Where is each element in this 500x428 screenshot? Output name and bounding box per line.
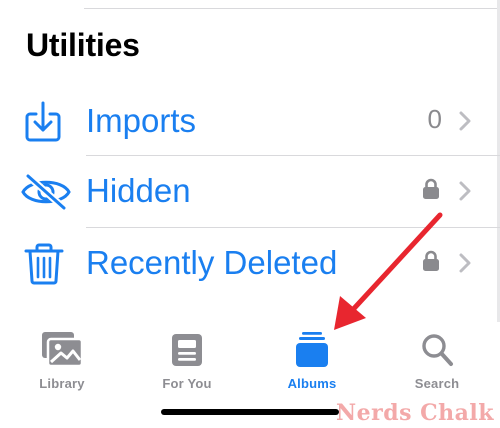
imports-count: 0 <box>427 104 442 134</box>
watermark-logo: Nerds Chalk <box>336 400 494 426</box>
row-label: Recently Deleted <box>86 244 338 281</box>
chevron-right-icon <box>458 180 472 207</box>
row-label: Hidden <box>86 172 191 209</box>
tab-label: Albums <box>287 376 337 391</box>
row-recently-deleted[interactable]: Recently Deleted <box>0 228 500 300</box>
search-icon <box>382 328 492 368</box>
import-icon <box>20 100 68 144</box>
tab-search[interactable]: Search <box>382 328 492 394</box>
lock-icon <box>422 250 440 277</box>
row-hidden[interactable]: Hidden <box>0 156 500 228</box>
tab-label: For You <box>162 376 212 391</box>
top-divider <box>84 8 500 9</box>
for-you-icon <box>132 328 242 368</box>
photos-icon <box>7 328 117 368</box>
row-imports[interactable]: Imports 0 <box>0 86 500 158</box>
lock-icon <box>422 178 440 205</box>
section-title: Utilities <box>26 27 140 63</box>
tab-albums[interactable]: Albums <box>257 328 367 394</box>
home-indicator[interactable] <box>161 409 339 415</box>
tab-for-you[interactable]: For You <box>132 328 242 394</box>
tab-library[interactable]: Library <box>7 328 117 394</box>
eye-slash-icon <box>20 170 71 214</box>
tab-label: Search <box>414 376 460 391</box>
chevron-right-icon <box>458 252 472 279</box>
chevron-right-icon <box>458 110 472 137</box>
tab-bar: Library For You Albums Search <box>0 322 500 400</box>
row-label: Imports <box>86 102 197 139</box>
tab-label: Library <box>39 376 85 391</box>
albums-icon <box>257 328 367 368</box>
trash-icon <box>20 242 68 286</box>
